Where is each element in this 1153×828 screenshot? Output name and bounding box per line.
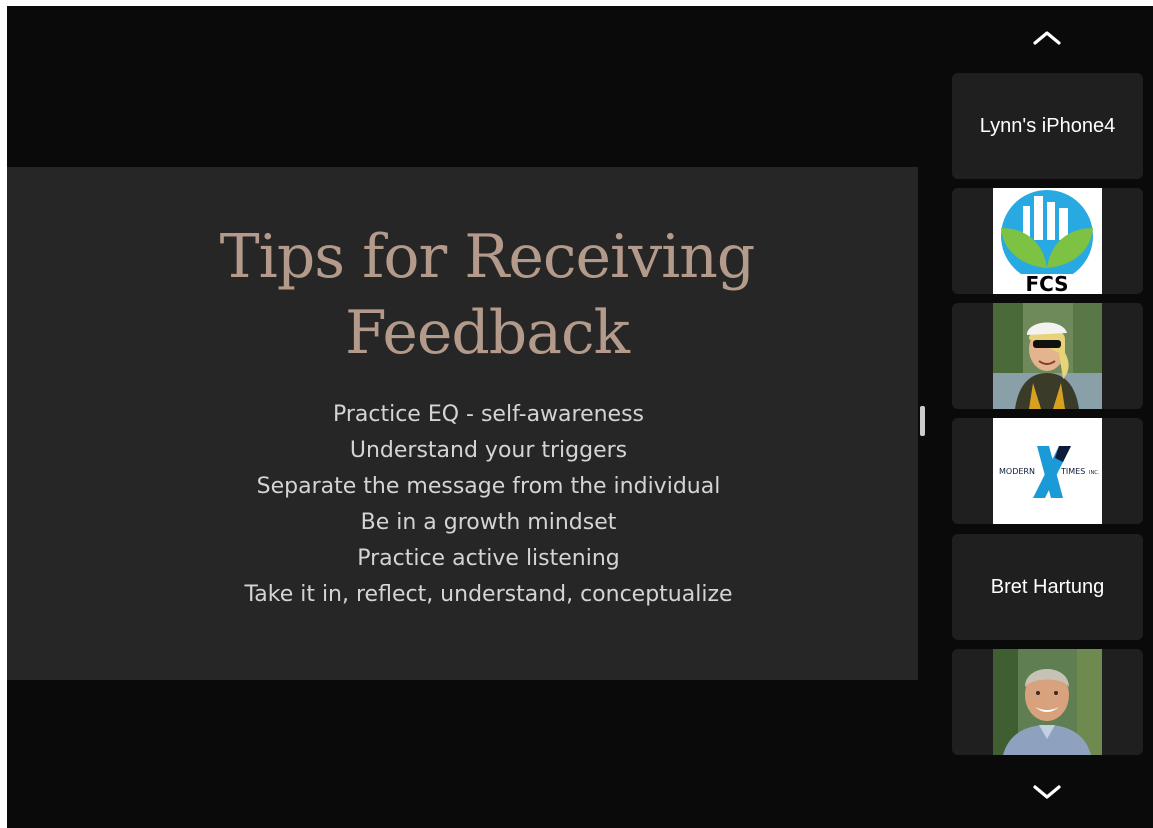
scroll-up-button[interactable] (1026, 24, 1068, 52)
slide-title-line-1: Tips for Receiving (219, 222, 756, 292)
fcs-logo-text: FCS (1025, 272, 1068, 294)
participant-photo (993, 303, 1102, 409)
slide-bullet: Practice active listening (357, 546, 620, 571)
slide-bullet-list: Practice EQ - self-awareness Understand … (7, 397, 970, 613)
modern-times-logo: MODERN TIMES INC. (993, 418, 1102, 524)
avatar: FCS (993, 188, 1102, 294)
fcs-logo: FCS (993, 188, 1102, 294)
slide-bullet: Separate the message from the individual (256, 474, 721, 499)
avatar: MODERN TIMES INC. (993, 418, 1102, 524)
participant-name: Lynn's iPhone4 (979, 114, 1116, 137)
slide-title-line-2: Feedback (345, 298, 630, 368)
participant-tile[interactable]: FCS (952, 188, 1143, 294)
slide-bullet: Understand your triggers (349, 438, 628, 463)
meeting-window: Tips for Receiving Feedback Practice EQ … (7, 6, 1153, 828)
modern-times-right-text: TIMES (1060, 467, 1085, 476)
participant-tile[interactable]: MODERN TIMES INC. (952, 418, 1143, 524)
chevron-down-icon (1033, 785, 1061, 799)
modern-times-suffix: INC. (1089, 470, 1100, 476)
chevron-up-icon (1033, 31, 1061, 45)
participant-tile[interactable]: Lynn's iPhone4 (952, 73, 1143, 179)
slide-bullet: Take it in, reflect, understand, concept… (244, 582, 733, 607)
scroll-down-button[interactable] (1026, 778, 1068, 806)
slide-bullet: Be in a growth mindset (360, 510, 617, 535)
participant-tile[interactable] (952, 649, 1143, 755)
avatar (993, 649, 1102, 755)
participant-tile[interactable] (952, 303, 1143, 409)
avatar (993, 303, 1102, 409)
modern-times-left-text: MODERN (999, 467, 1035, 476)
participant-name: Bret Hartung (990, 575, 1105, 598)
slide-title: Tips for Receiving Feedback (7, 219, 967, 371)
resize-handle[interactable] (920, 406, 925, 436)
shared-screen: Tips for Receiving Feedback Practice EQ … (7, 167, 918, 680)
participant-tile[interactable]: Bret Hartung (952, 534, 1143, 640)
slide-bullet: Practice EQ - self-awareness (332, 402, 645, 427)
participant-photo (993, 649, 1102, 755)
